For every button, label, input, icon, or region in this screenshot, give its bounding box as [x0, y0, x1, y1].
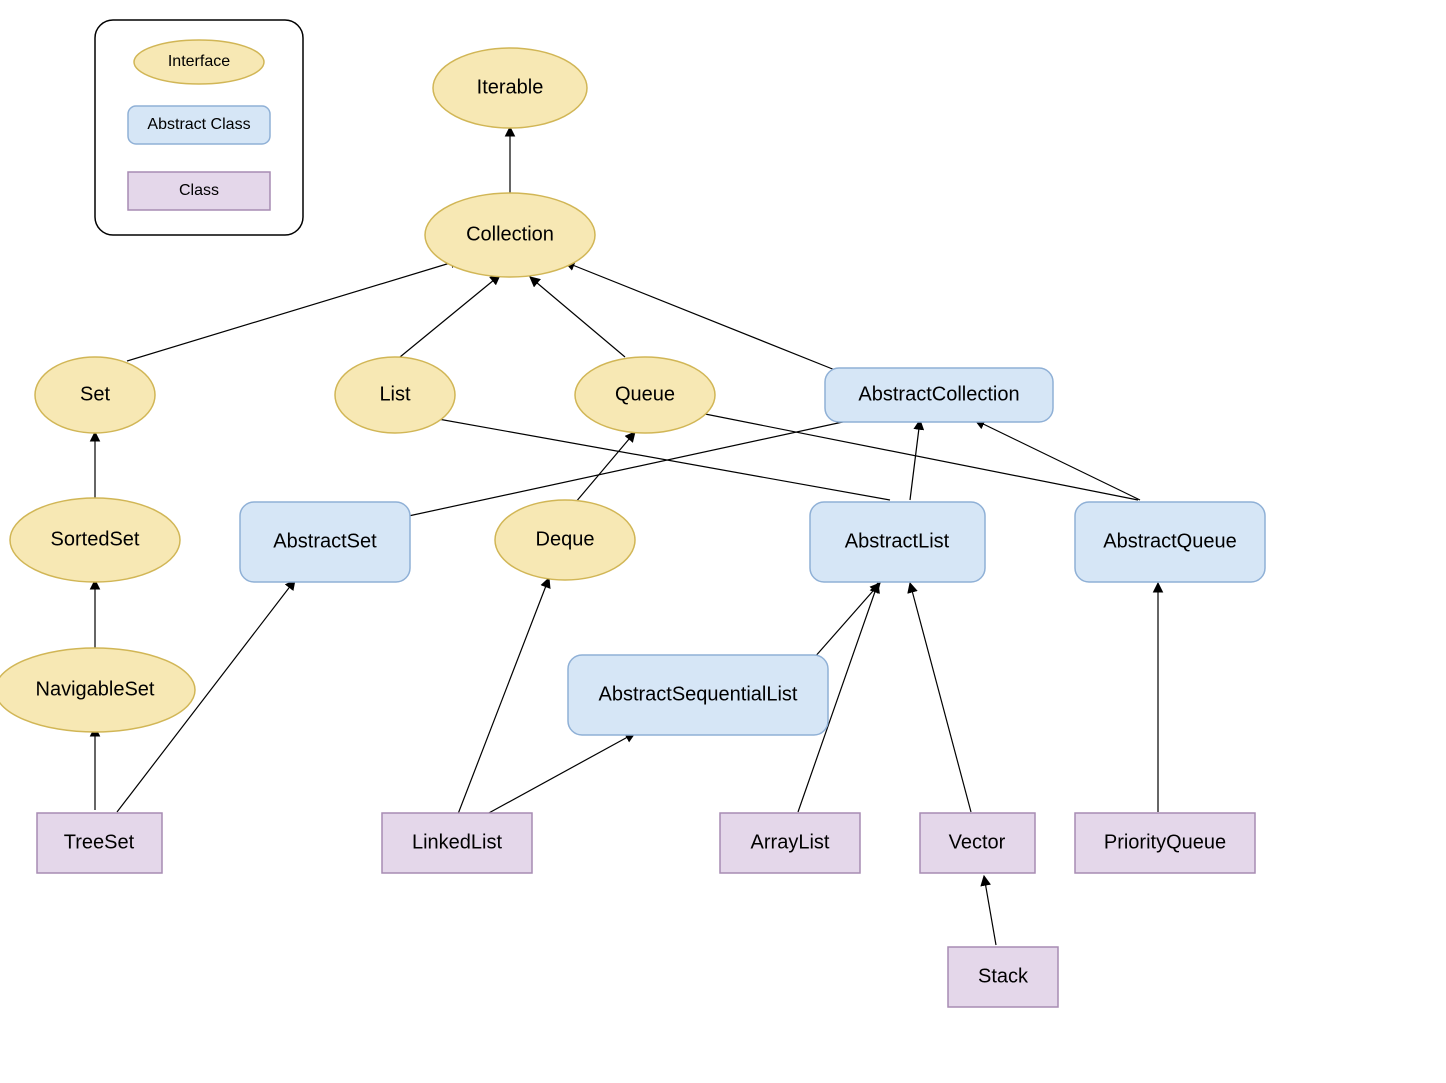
svg-text:AbstractSequentialList: AbstractSequentialList — [598, 683, 797, 705]
node-navigableset: NavigableSet — [0, 648, 195, 732]
edge-linkedlist-abstractsequentiallist — [487, 733, 635, 814]
svg-text:Queue: Queue — [615, 383, 675, 405]
node-vector: Vector — [920, 813, 1035, 873]
node-set: Set — [35, 357, 155, 433]
edge-vector-abstractlist — [910, 583, 971, 812]
node-stack: Stack — [948, 947, 1058, 1007]
node-abstractlist: AbstractList — [810, 502, 985, 582]
svg-text:NavigableSet: NavigableSet — [36, 678, 155, 700]
node-priorityqueue: PriorityQueue — [1075, 813, 1255, 873]
edge-abstractqueue-queue — [690, 411, 1138, 500]
edge-set-collection — [127, 260, 460, 361]
edge-list-collection — [400, 275, 500, 357]
edge-stack-vector — [984, 876, 996, 945]
node-abstractcollection: AbstractCollection — [825, 368, 1053, 422]
svg-text:AbstractCollection: AbstractCollection — [858, 383, 1019, 405]
node-linkedlist: LinkedList — [382, 813, 532, 873]
legend-abstract-label: Abstract Class — [147, 116, 250, 133]
node-queue: Queue — [575, 357, 715, 433]
node-arraylist: ArrayList — [720, 813, 860, 873]
svg-text:AbstractSet: AbstractSet — [273, 530, 377, 552]
node-iterable: Iterable — [433, 48, 587, 128]
svg-text:AbstractQueue: AbstractQueue — [1103, 530, 1236, 552]
diagram-canvas: Interface Abstract Class Class Ite — [0, 0, 1446, 1083]
legend-interface-label: Interface — [168, 53, 230, 70]
node-deque: Deque — [495, 500, 635, 580]
svg-text:TreeSet: TreeSet — [64, 831, 135, 853]
svg-text:Deque: Deque — [536, 528, 595, 550]
node-list: List — [335, 357, 455, 433]
svg-text:List: List — [379, 383, 411, 405]
svg-text:ArrayList: ArrayList — [751, 831, 830, 853]
legend: Interface Abstract Class Class — [95, 20, 303, 235]
edge-linkedlist-deque — [458, 578, 549, 814]
legend-class-label: Class — [179, 182, 219, 199]
svg-text:SortedSet: SortedSet — [51, 528, 140, 550]
edge-abstractlist-abstractcollection — [910, 420, 920, 500]
svg-text:AbstractList: AbstractList — [845, 530, 950, 552]
edge-abstractqueue-abstractcollection — [975, 420, 1140, 500]
node-abstractqueue: AbstractQueue — [1075, 502, 1265, 582]
svg-text:Collection: Collection — [466, 223, 554, 245]
node-collection: Collection — [425, 193, 595, 277]
edge-queue-collection — [530, 277, 625, 357]
node-sortedset: SortedSet — [10, 498, 180, 582]
edge-deque-queue — [575, 432, 635, 503]
edge-abstractsequentiallist-abstractlist — [806, 583, 880, 667]
svg-text:Set: Set — [80, 383, 110, 405]
svg-text:Stack: Stack — [978, 965, 1029, 987]
svg-text:LinkedList: LinkedList — [412, 831, 503, 853]
node-treeset: TreeSet — [37, 813, 162, 873]
node-abstractset: AbstractSet — [240, 502, 410, 582]
svg-text:Vector: Vector — [949, 831, 1006, 853]
edge-abstractcollection-collection — [565, 262, 835, 370]
svg-text:PriorityQueue: PriorityQueue — [1104, 831, 1226, 853]
node-abstractsequentiallist: AbstractSequentialList — [568, 655, 828, 735]
svg-text:Iterable: Iterable — [477, 76, 544, 98]
